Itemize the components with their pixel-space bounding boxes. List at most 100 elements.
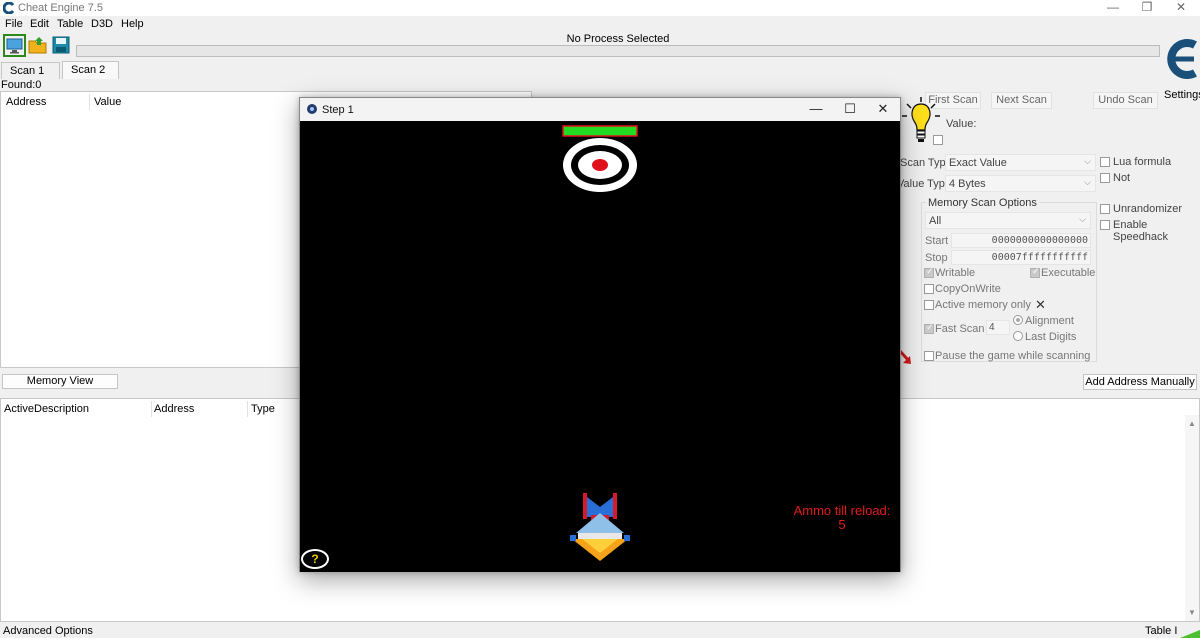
save-disk-icon [52, 36, 70, 54]
undo-scan-button[interactable]: Undo Scan [1093, 92, 1158, 109]
hex-checkbox[interactable] [933, 135, 943, 145]
menu-edit[interactable]: Edit [30, 18, 49, 30]
game-maximize-icon[interactable]: ☐ [841, 101, 859, 117]
settings-label[interactable]: Settings [1164, 89, 1200, 101]
game-window-titlebar[interactable]: Step 1 — ☐ ✕ [300, 98, 900, 121]
save-file-button[interactable] [51, 35, 71, 55]
start-address-field[interactable]: 0000000000000000 [951, 233, 1091, 248]
alignment-radio[interactable] [1013, 315, 1023, 325]
chevron-down-icon: ⌵ [1084, 177, 1091, 187]
tab-scan-2[interactable]: Scan 2 [62, 61, 119, 79]
cheat-engine-settings-logo-icon[interactable] [1162, 33, 1200, 85]
fast-scan-checkbox[interactable] [924, 322, 934, 334]
open-folder-icon [28, 37, 47, 54]
not-label: Not [1113, 172, 1131, 184]
add-address-manually-button[interactable]: Add Address Manually [1083, 374, 1197, 390]
chevron-down-icon: ⌵ [1084, 156, 1091, 166]
scan-type-label: Scan Type [900, 157, 952, 169]
target-health-bar [562, 125, 638, 137]
ammo-counter: Ammo till reload: 5 [777, 504, 907, 532]
lua-formula-label: Lua formula [1113, 156, 1172, 168]
scan-progress-bar [76, 45, 1160, 57]
advanced-options-link[interactable]: Advanced Options [3, 625, 93, 637]
title-bar: Cheat Engine 7.5 — ❐ ✕ [0, 0, 1200, 16]
game-canvas[interactable]: Ammo till reload: 5 ? [300, 121, 900, 572]
table-extras-link[interactable]: Table I [1145, 625, 1177, 637]
not-checkbox[interactable] [1100, 173, 1110, 183]
menu-d3d[interactable]: D3D [91, 18, 113, 30]
stop-label: Stop [925, 252, 948, 264]
cheat-engine-app: Cheat Engine 7.5 — ❐ ✕ File Edit Table D… [0, 0, 1200, 638]
lua-formula-checkbox[interactable] [1100, 157, 1110, 167]
fast-scan-label: Fast Scan [935, 323, 985, 335]
last-digits-label: Last Digits [1025, 331, 1077, 343]
speedhack-checkbox[interactable] [1100, 220, 1110, 230]
pause-game-label: Pause the game while scanning [935, 350, 1091, 362]
alignment-label: Alignment [1025, 315, 1074, 327]
copy-on-write-label: CopyOnWrite [935, 283, 1001, 295]
unrandomizer-checkbox[interactable] [1100, 204, 1110, 214]
fast-scan-alignment-field[interactable]: 4 [986, 320, 1010, 335]
memory-scan-options-title: Memory Scan Options [926, 197, 1039, 209]
address-table-scrollbar[interactable]: ▲ ▼ [1185, 415, 1199, 621]
resize-grip-icon [1180, 630, 1200, 638]
found-count: Found:0 [1, 79, 42, 91]
value-type-label: Value Type [897, 178, 952, 190]
last-digits-radio[interactable] [1013, 331, 1023, 341]
game-window-title: Step 1 [322, 104, 354, 116]
addr-col-active[interactable]: Active [4, 403, 34, 415]
scan-type-select[interactable]: Exact Value ⌵ [945, 154, 1096, 171]
found-col-address[interactable]: Address [6, 96, 46, 108]
restore-icon[interactable]: ❐ [1140, 1, 1154, 14]
column-divider [151, 401, 152, 417]
start-label: Start [925, 235, 949, 247]
memory-region-select[interactable]: All ⌵ [925, 212, 1091, 229]
next-scan-button[interactable]: Next Scan [991, 92, 1052, 109]
active-memory-label: Active memory only [935, 299, 1031, 311]
game-close-icon[interactable]: ✕ [874, 101, 892, 117]
menu-table[interactable]: Table [57, 18, 83, 30]
executable-checkbox[interactable] [1030, 266, 1040, 278]
value-type-value: 4 Bytes [949, 178, 986, 190]
copy-on-write-checkbox[interactable] [924, 284, 934, 294]
addr-col-type[interactable]: Type [251, 403, 275, 415]
value-type-select[interactable]: 4 Bytes ⌵ [945, 175, 1096, 192]
monitor-icon [6, 38, 23, 54]
scroll-down-icon[interactable]: ▼ [1188, 608, 1196, 617]
executable-label: Executable [1041, 267, 1096, 279]
active-memory-checkbox[interactable] [924, 300, 934, 310]
close-icon[interactable]: ✕ [1174, 1, 1188, 14]
memory-region-value: All [929, 215, 942, 227]
value-label: Value: [946, 118, 977, 130]
column-divider [89, 94, 90, 110]
ammo-label: Ammo till reload: [793, 503, 891, 518]
writable-label: Writable [935, 267, 976, 279]
game-minimize-icon[interactable]: — [807, 101, 825, 117]
open-file-button[interactable] [28, 35, 48, 55]
scroll-up-icon[interactable]: ▲ [1188, 419, 1196, 428]
column-divider [247, 401, 248, 417]
chevron-down-icon: ⌵ [1079, 214, 1086, 224]
help-button[interactable]: ? [301, 549, 329, 569]
select-process-button[interactable] [3, 34, 26, 57]
stop-address-field[interactable]: 00007fffffffffff [951, 250, 1091, 265]
game-window[interactable]: Step 1 — ☐ ✕ Ammo till reload: 5 ? [299, 97, 901, 572]
player-ship-icon [570, 493, 630, 561]
addr-col-description[interactable]: Description [34, 403, 89, 415]
menu-file[interactable]: File [5, 18, 23, 30]
pause-game-checkbox[interactable] [924, 351, 934, 361]
speedhack-label: Enable Speedhack [1113, 219, 1169, 243]
close-x-icon[interactable]: ✕ [1035, 297, 1046, 313]
writable-checkbox[interactable] [924, 266, 934, 278]
process-label: No Process Selected [566, 33, 670, 45]
tab-scan-1[interactable]: Scan 1 [1, 62, 60, 79]
addr-col-address[interactable]: Address [154, 403, 194, 415]
game-app-icon [307, 104, 317, 114]
ammo-value: 5 [838, 517, 846, 532]
memory-view-button[interactable]: Memory View [2, 374, 118, 389]
minimize-icon[interactable]: — [1106, 1, 1120, 14]
menu-help[interactable]: Help [121, 18, 144, 30]
cheat-engine-logo-icon [3, 2, 15, 14]
target-icon [563, 138, 637, 192]
found-col-value[interactable]: Value [94, 96, 121, 108]
